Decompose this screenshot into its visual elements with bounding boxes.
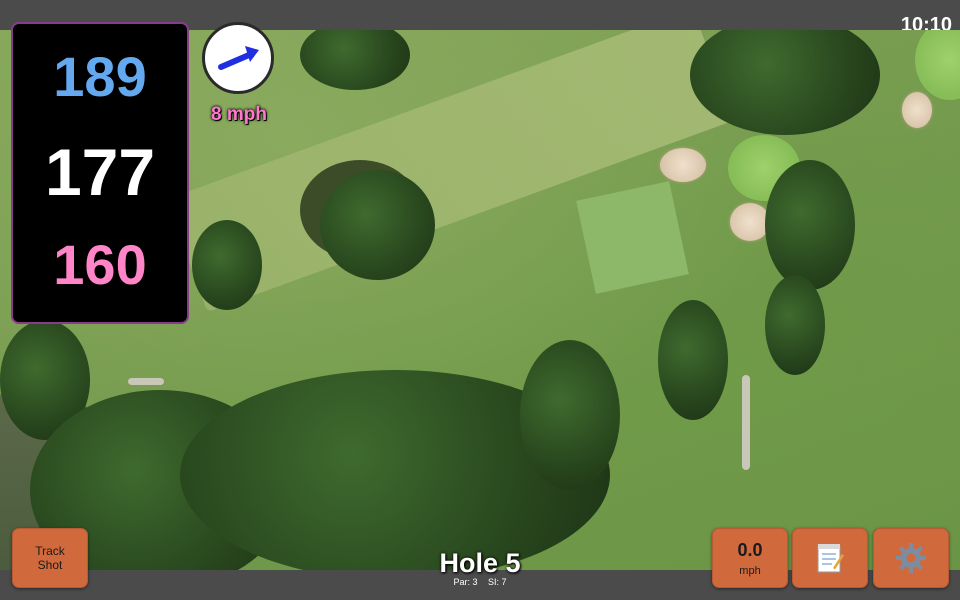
tree <box>765 160 855 290</box>
hole-stroke-index: SI: 7 <box>488 577 507 587</box>
cart-path <box>128 378 164 385</box>
distance-panel: 189 177 160 <box>11 22 189 324</box>
tree <box>192 220 262 310</box>
bunker <box>902 92 932 128</box>
hole-info: Par: 3 SI: 7 <box>400 577 560 587</box>
speed-value: 0.0 <box>737 539 763 560</box>
hole-par: Par: 3 <box>453 577 478 587</box>
notepad-icon <box>817 544 844 573</box>
gear-icon <box>896 543 926 573</box>
wind-indicator <box>202 22 274 94</box>
notes-button[interactable] <box>792 528 868 588</box>
speed-button[interactable]: 0.0 mph <box>712 528 788 588</box>
tree <box>520 340 620 490</box>
tree <box>658 300 728 420</box>
wind-arrow-icon <box>218 46 259 70</box>
tree <box>765 275 825 375</box>
hole-title: Hole 5 <box>439 548 521 578</box>
cart-path <box>742 375 750 470</box>
tee-box <box>576 181 689 294</box>
green-top-right <box>915 30 960 100</box>
wind-speed: 8 mph <box>211 104 267 125</box>
track-shot-label: Track Shot <box>35 544 65 572</box>
back-distance: 189 <box>53 45 147 108</box>
speed-unit: mph <box>739 564 761 577</box>
middle-distance: 177 <box>44 135 156 209</box>
tree <box>300 30 410 90</box>
bunker <box>730 203 770 241</box>
track-shot-button[interactable]: Track Shot <box>12 528 88 588</box>
tree <box>320 170 435 280</box>
settings-button[interactable] <box>873 528 949 588</box>
front-distance: 160 <box>53 233 147 296</box>
bunker <box>660 148 706 182</box>
